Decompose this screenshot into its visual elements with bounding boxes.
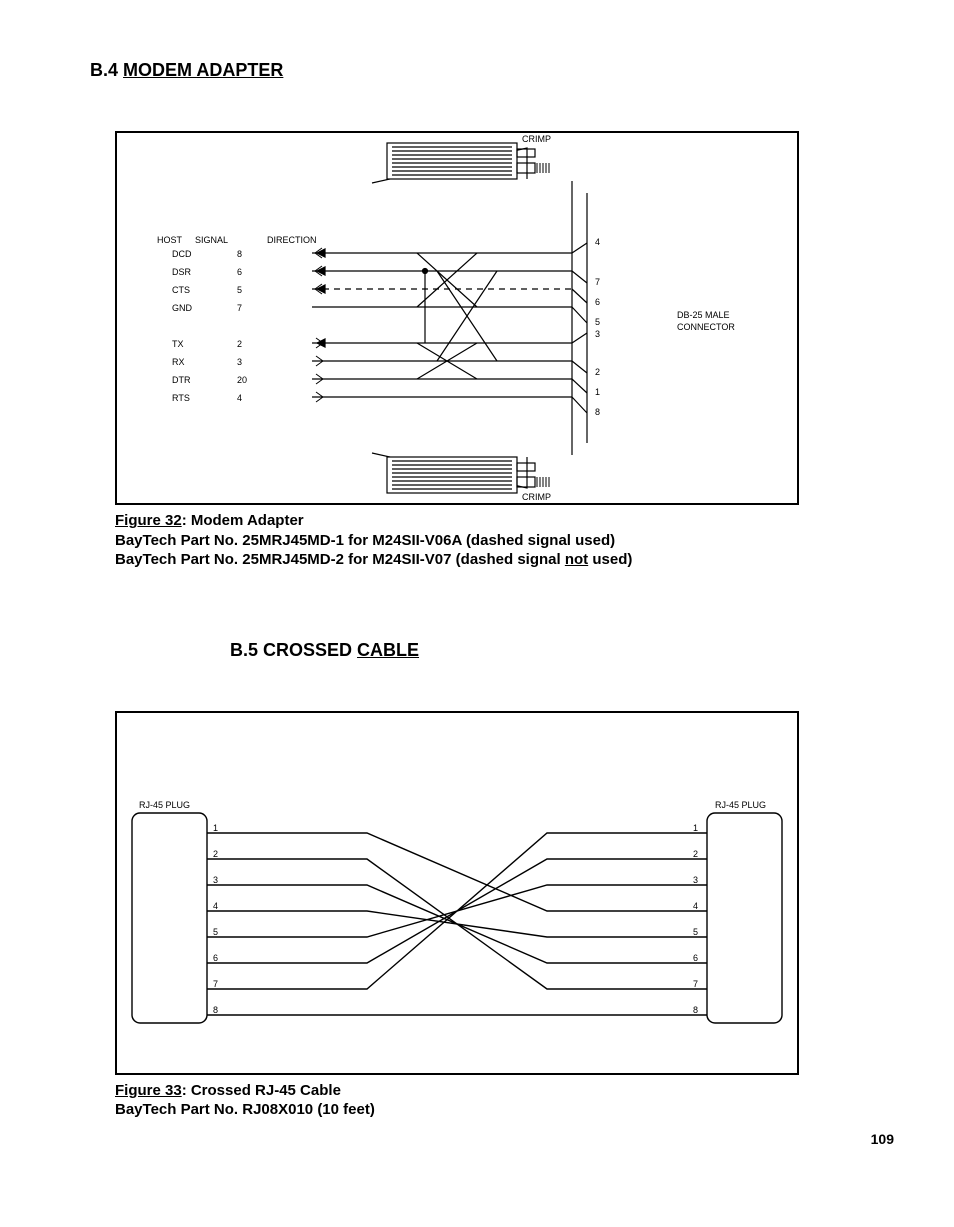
svg-text:1: 1 (693, 823, 698, 833)
svg-text:1: 1 (213, 823, 218, 833)
svg-text:1: 1 (595, 387, 600, 397)
svg-text:4: 4 (693, 901, 698, 911)
page-root: B.4 MODEM ADAPTER (0, 0, 954, 1227)
svg-text:7: 7 (693, 979, 698, 989)
svg-text:3: 3 (237, 357, 242, 367)
b5-prefix: B.5 CROSSED (230, 640, 357, 660)
svg-text:RJ-45 PLUG: RJ-45 PLUG (139, 800, 190, 810)
svg-text:3: 3 (693, 875, 698, 885)
svg-text:6: 6 (213, 953, 218, 963)
svg-text:7: 7 (213, 979, 218, 989)
svg-text:2: 2 (595, 367, 600, 377)
svg-text:TX: TX (172, 339, 184, 349)
svg-text:8: 8 (237, 249, 242, 259)
crimp-bot: CRIMP (522, 492, 551, 502)
b5-underline: CABLE (357, 640, 419, 660)
svg-text:3: 3 (595, 329, 600, 339)
svg-text:5: 5 (595, 317, 600, 327)
svg-text:3: 3 (213, 875, 218, 885)
db25-label2: CONNECTOR (677, 322, 735, 332)
svg-text:4: 4 (237, 393, 242, 403)
svg-text:CTS: CTS (172, 285, 190, 295)
fig32-sub2: BayTech Part No. 25MRJ45MD-2 for M24SII-… (115, 550, 894, 570)
svg-text:RJ-45 PLUG: RJ-45 PLUG (715, 800, 766, 810)
b4-prefix: B.4 (90, 60, 118, 80)
svg-text:RX: RX (172, 357, 185, 367)
svg-text:5: 5 (213, 927, 218, 937)
svg-text:2: 2 (237, 339, 242, 349)
svg-text:GND: GND (172, 303, 193, 313)
b4-underline: MODEM ADAPTER (123, 60, 283, 80)
host-signal-label2: SIGNAL (195, 235, 228, 245)
svg-text:6: 6 (595, 297, 600, 307)
svg-text:8: 8 (595, 407, 600, 417)
svg-text:7: 7 (595, 277, 600, 287)
fig32-sub1: BayTech Part No. 25MRJ45MD-1 for M24SII-… (115, 531, 894, 551)
fig32-title: : Modem Adapter (182, 512, 304, 529)
direction-label: DIRECTION (267, 235, 317, 245)
fig33-label: Figure 33 (115, 1082, 182, 1099)
diagram-crossed-cable: RJ-45 PLUG RJ-45 PLUG 1 2 3 4 5 6 7 8 1 … (115, 711, 799, 1075)
crossed-cable-svg: RJ-45 PLUG RJ-45 PLUG 1 2 3 4 5 6 7 8 1 … (117, 713, 797, 1073)
svg-text:20: 20 (237, 375, 247, 385)
svg-text:8: 8 (213, 1005, 218, 1015)
svg-text:2: 2 (693, 849, 698, 859)
svg-text:RTS: RTS (172, 393, 190, 403)
svg-text:2: 2 (213, 849, 218, 859)
crimp-top: CRIMP (522, 134, 551, 144)
fig32-label: Figure 32 (115, 512, 182, 529)
section-b4-heading: B.4 MODEM ADAPTER (90, 60, 894, 81)
fig33-sub1: BayTech Part No. RJ08X010 (10 feet) (115, 1100, 894, 1120)
svg-text:DSR: DSR (172, 267, 192, 277)
svg-text:6: 6 (693, 953, 698, 963)
db25-label: DB-25 MALE (677, 310, 730, 320)
svg-text:4: 4 (595, 237, 600, 247)
svg-text:DCD: DCD (172, 249, 192, 259)
svg-text:7: 7 (237, 303, 242, 313)
svg-text:DTR: DTR (172, 375, 191, 385)
svg-text:5: 5 (237, 285, 242, 295)
host-signal-label: HOST (157, 235, 183, 245)
diagram-modem-adapter: CRIMP CRIMP HOST SIGNAL DIRECTION DB-25 … (115, 131, 799, 505)
figure33-caption: Figure 33: Crossed RJ-45 Cable BayTech P… (115, 1081, 894, 1120)
modem-adapter-svg: CRIMP CRIMP HOST SIGNAL DIRECTION DB-25 … (117, 133, 797, 503)
fig33-title: : Crossed RJ-45 Cable (182, 1082, 341, 1099)
section-b5-heading: B.5 CROSSED CABLE (230, 640, 894, 661)
svg-text:5: 5 (693, 927, 698, 937)
svg-text:6: 6 (237, 267, 242, 277)
svg-text:4: 4 (213, 901, 218, 911)
figure32-caption: Figure 32: Modem Adapter BayTech Part No… (115, 511, 894, 570)
svg-text:8: 8 (693, 1005, 698, 1015)
page-number: 109 (871, 1131, 894, 1147)
